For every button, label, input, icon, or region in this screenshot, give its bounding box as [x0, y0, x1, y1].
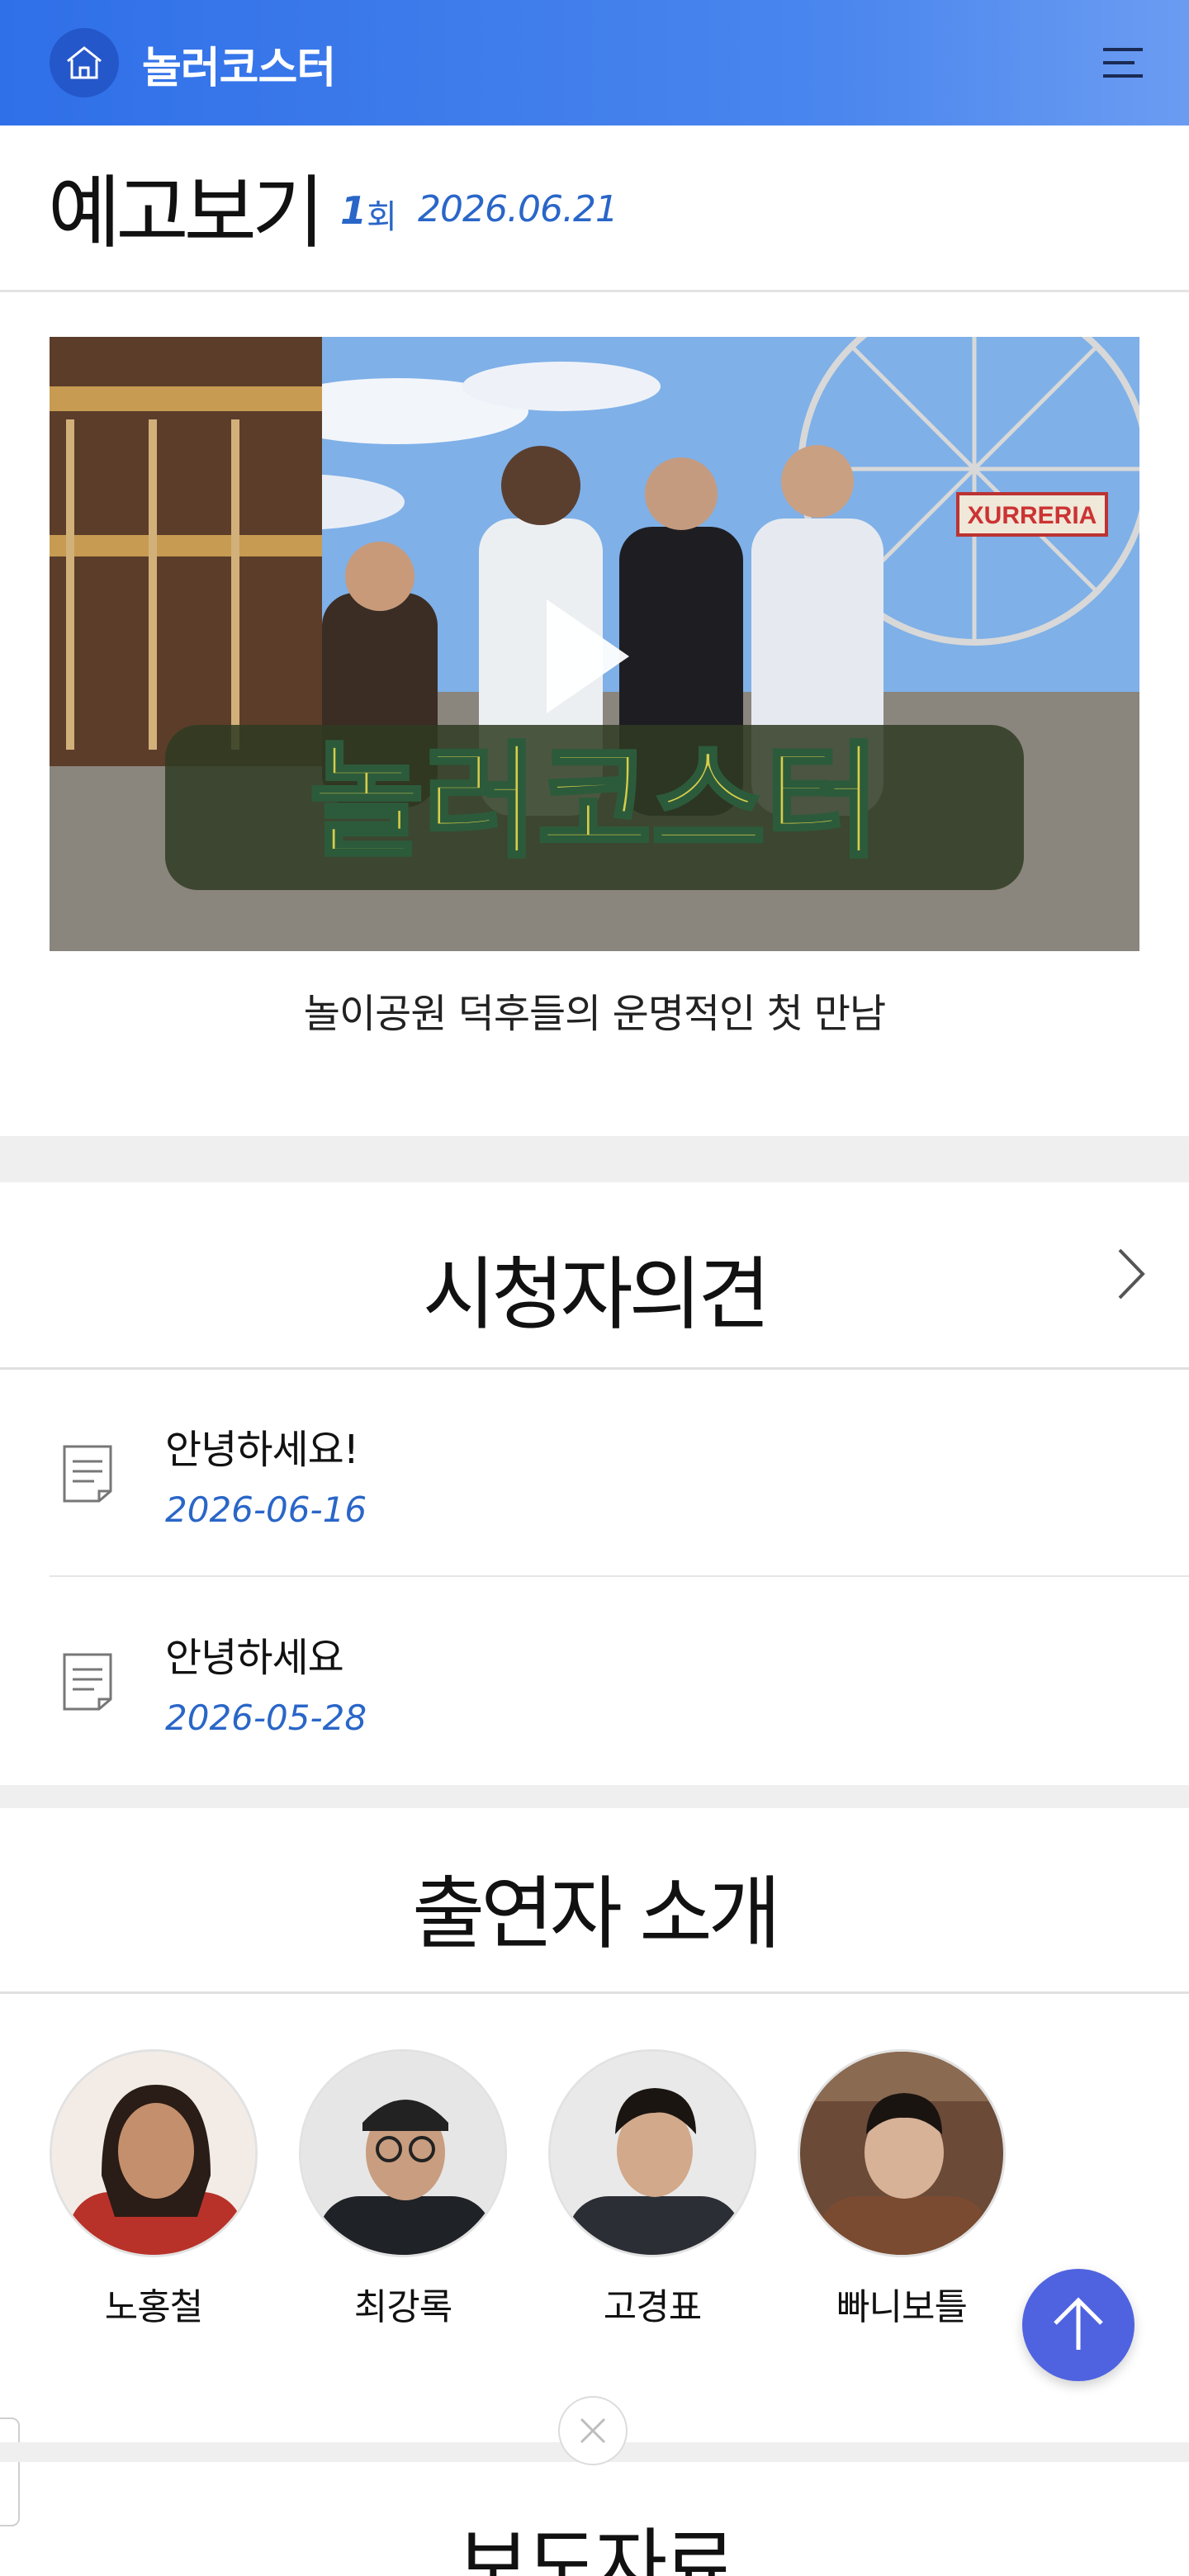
post-title: 안녕하세요	[165, 1635, 344, 1681]
menu-button[interactable]	[1097, 40, 1149, 86]
preview-title-row: 예고보기 1 회 2026.06.21	[0, 125, 1189, 292]
cast-name: 노홍철	[104, 2286, 203, 2328]
episode-number: 1	[340, 188, 367, 233]
section-divider	[0, 1785, 1189, 1808]
arrow-up-icon	[1054, 2297, 1103, 2350]
press-heading: 보도자료	[457, 2520, 736, 2576]
close-icon	[580, 2417, 606, 2444]
opinion-post[interactable]: 안녕하세요! 2026-06-16	[50, 1371, 1189, 1577]
post-date: 2026-06-16	[165, 1489, 367, 1530]
play-icon[interactable]	[537, 594, 636, 718]
chevron-right-icon[interactable]	[1113, 1245, 1149, 1303]
post-title: 안녕하세요!	[165, 1427, 359, 1473]
cast-name: 최강록	[353, 2286, 452, 2328]
video-caption: 놀이공원 덕후들의 운명적인 첫 만남	[303, 991, 886, 1037]
opinions-heading[interactable]: 시청자의견	[0, 1230, 1189, 1345]
avatar	[50, 2049, 258, 2257]
opinion-post[interactable]: 안녕하세요 2026-05-28	[50, 1579, 1189, 1785]
section-divider	[0, 1136, 1189, 1182]
avatar	[798, 2049, 1006, 2257]
video-logo-text: 놀러코스터	[310, 731, 879, 874]
hamburger-icon	[1103, 48, 1143, 78]
home-icon	[67, 46, 102, 79]
cast-member[interactable]: 노홍철	[50, 2049, 258, 2328]
close-button[interactable]	[558, 2396, 628, 2465]
cast-member[interactable]: 고경표	[548, 2049, 756, 2328]
cast-member[interactable]: 빠니보틀	[798, 2049, 1006, 2328]
post-date: 2026-05-28	[165, 1698, 367, 1738]
section-line	[0, 1991, 1189, 1994]
avatar	[299, 2049, 507, 2257]
avatar	[548, 2049, 756, 2257]
section-line	[0, 1367, 1189, 1370]
cast-member[interactable]: 최강록	[299, 2049, 507, 2328]
cast-name: 빠니보틀	[836, 2286, 968, 2328]
episode-unit: 회	[367, 198, 397, 236]
sign-text: XURRERIA	[968, 502, 1097, 529]
document-icon	[63, 1653, 112, 1711]
cast-heading: 출연자 소개	[411, 1868, 781, 1960]
document-icon	[63, 1445, 112, 1503]
home-button[interactable]	[50, 28, 119, 97]
brand-title[interactable]: 놀러코스터	[142, 33, 336, 95]
scroll-top-button[interactable]	[1022, 2269, 1135, 2381]
top-bar: 놀러코스터	[0, 0, 1189, 125]
air-date: 2026.06.21	[418, 188, 618, 230]
page-title: 예고보기	[48, 167, 324, 259]
cast-name: 고경표	[603, 2286, 702, 2328]
